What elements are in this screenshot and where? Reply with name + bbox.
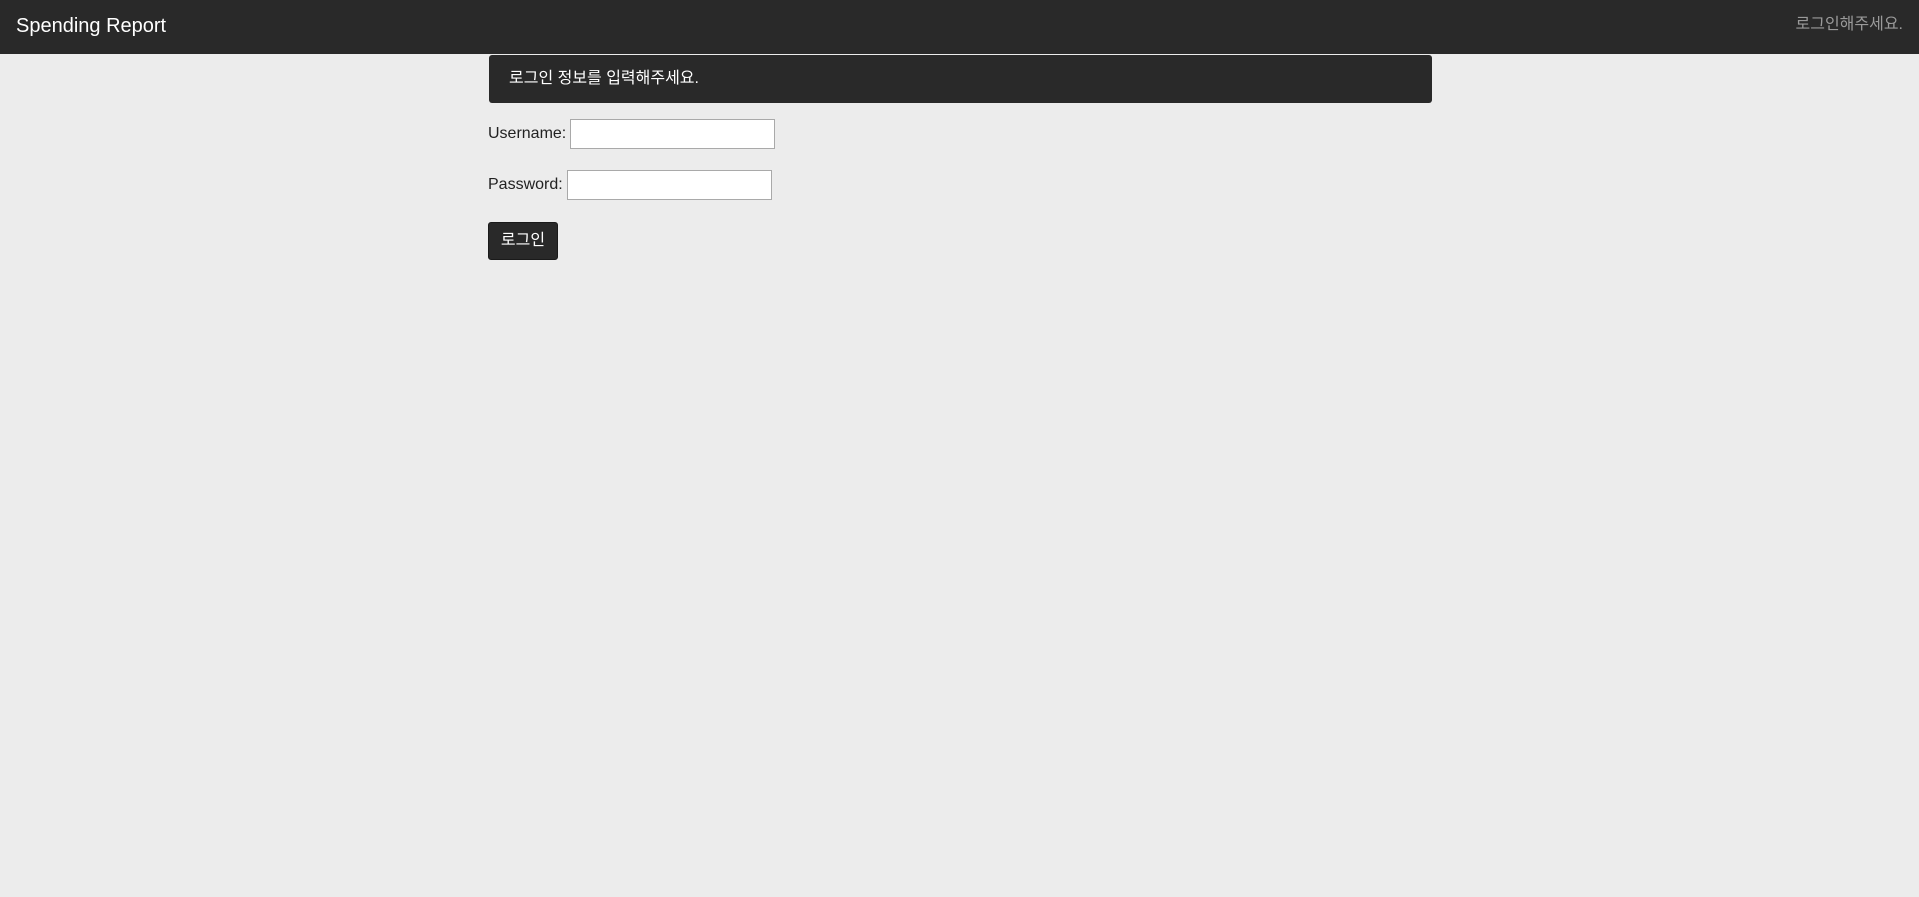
login-button[interactable]: 로그인 — [488, 222, 558, 260]
alert-message: 로그인 정보를 입력해주세요. — [509, 70, 699, 87]
login-status-text: 로그인해주세요. — [1795, 16, 1904, 33]
top-navbar: Spending Report 로그인해주세요. — [0, 0, 1919, 54]
brand-link[interactable]: Spending Report — [16, 14, 166, 38]
password-row: Password: — [488, 170, 772, 200]
username-label: Username: — [488, 125, 567, 142]
username-input[interactable] — [570, 119, 776, 149]
login-alert: 로그인 정보를 입력해주세요. — [489, 55, 1432, 103]
username-row: Username: — [488, 119, 776, 149]
password-label: Password: — [488, 176, 563, 193]
password-input[interactable] — [566, 170, 772, 200]
